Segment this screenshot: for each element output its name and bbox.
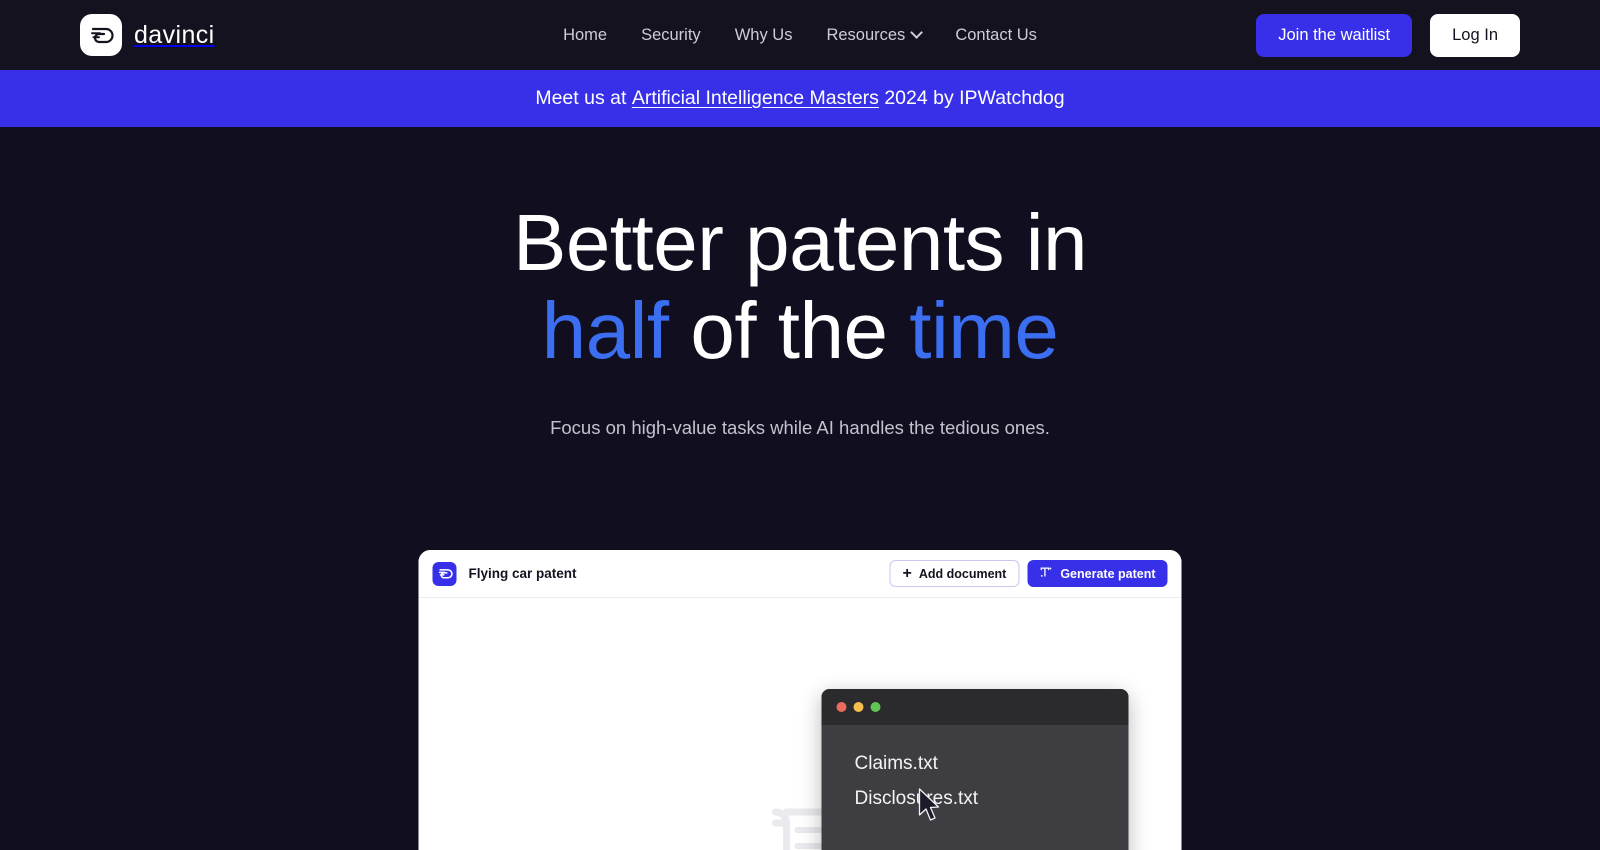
nav-item-contact-us[interactable]: Contact Us [955,26,1037,45]
page-title: Better patents in half of the time [0,199,1600,375]
hero-line-1: Better patents in [512,198,1088,287]
nav-label: Home [563,25,608,44]
announcement-link[interactable]: Artificial Intelligence Masters [632,87,879,110]
hero-word-half: half [541,286,669,375]
hero-section: Better patents in half of the time Focus… [0,127,1600,439]
announcement-banner: Meet us at Artificial Intelligence Maste… [0,70,1600,127]
window-minimize-icon[interactable] [853,702,864,712]
join-waitlist-button[interactable]: Join the waitlist [1256,13,1413,57]
site-header: davinci Home Security Why Us Resources C… [0,0,1600,70]
primary-navigation: Home Security Why Us Resources Contact U… [563,26,1037,45]
announcement-suffix: 2024 by IPWatchdog [878,87,1065,109]
add-document-button[interactable]: + Add document [889,560,1020,587]
header-actions: Join the waitlist Log In [1256,13,1520,57]
app-toolbar-actions: + Add document Generate patent [889,560,1168,587]
davinci-wing-mark-icon [80,14,122,56]
nav-item-resources[interactable]: Resources [826,25,924,45]
nav-label: Security [641,25,701,44]
nav-label: Resources [826,25,906,44]
app-canvas: Claims.txt Disclosures.txt [418,598,1182,850]
app-document-title: Flying car patent [468,566,577,581]
magic-text-icon [1039,565,1053,582]
chevron-down-icon [910,25,924,39]
hero-word-time: time [909,286,1059,375]
nav-label: Why Us [734,25,793,44]
plus-icon: + [902,564,912,582]
hero-word-of-the: of the [690,286,888,375]
announcement-prefix: Meet us at [535,87,632,109]
app-toolbar: Flying car patent + Add document Generat… [418,550,1182,598]
nav-label: Contact Us [955,25,1037,44]
generate-patent-button[interactable]: Generate patent [1027,560,1168,587]
file-picker-dialog: Claims.txt Disclosures.txt [821,689,1129,850]
file-list-item[interactable]: Disclosures.txt [855,788,1129,810]
window-maximize-icon[interactable] [870,702,881,712]
add-document-label: Add document [918,566,1007,581]
generate-patent-label: Generate patent [1060,566,1156,581]
hero-subtitle: Focus on high-value tasks while AI handl… [550,417,1050,438]
file-dialog-titlebar [821,689,1129,725]
davinci-wing-mark-icon [432,561,457,586]
file-list: Claims.txt Disclosures.txt [822,725,1129,810]
file-list-item[interactable]: Claims.txt [855,753,1129,775]
log-in-button[interactable]: Log In [1430,13,1520,57]
nav-item-why-us[interactable]: Why Us [735,26,793,45]
nav-item-home[interactable]: Home [563,26,607,45]
brand-logo-link[interactable]: davinci [80,14,215,56]
brand-name: davinci [134,20,215,49]
nav-item-security[interactable]: Security [641,26,701,45]
app-preview-window: Flying car patent + Add document Generat… [418,550,1182,850]
window-close-icon[interactable] [836,702,847,712]
